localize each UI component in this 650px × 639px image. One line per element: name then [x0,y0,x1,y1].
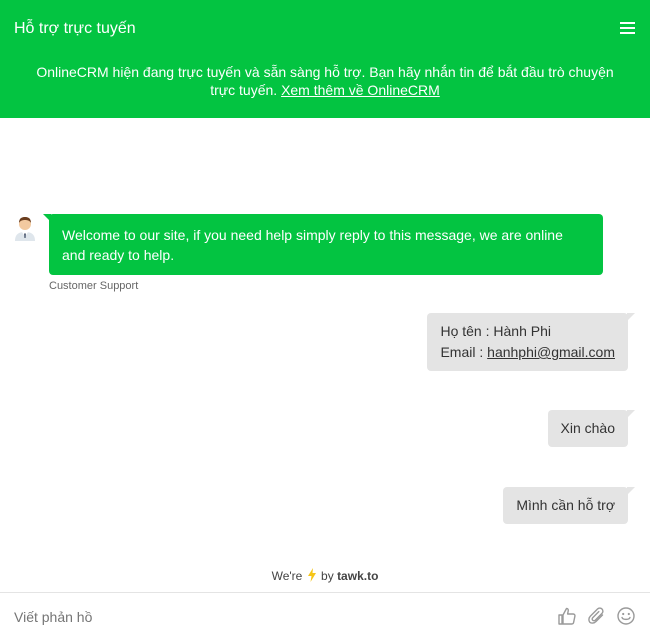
learn-more-link[interactable]: Xem thêm về OnlineCRM [281,82,440,98]
agent-avatar-icon [15,217,35,241]
email-link[interactable]: hanhphi@gmail.com [487,344,615,360]
brand-prefix: We're [271,569,303,583]
bolt-icon [307,568,316,582]
chat-header: Hỗ trợ trực tuyến OnlineCRM hiện đang tr… [0,0,650,118]
powered-by-branding[interactable]: We're by tawk.to [0,568,650,583]
chat-title: Hỗ trợ trực tuyến [14,20,136,37]
agent-name: Customer Support [49,280,139,292]
agent-message: Welcome to our site, if you need help si… [43,214,603,275]
menu-icon[interactable] [620,22,635,34]
visitor-request-message: Mình cần hỗ trợ [503,487,635,524]
brand-name: tawk.to [337,569,379,583]
thumbs-up-icon[interactable] [557,606,577,626]
message-input[interactable] [14,609,514,625]
header-description: OnlineCRM hiện đang trực tuyến và sẵn sà… [22,63,628,99]
visitor-email-line: Email : hanhphi@gmail.com [440,342,615,363]
message-composer [0,592,650,639]
visitor-greeting-message: Xin chào [547,410,636,447]
paperclip-icon[interactable] [587,606,607,626]
email-label: Email : [440,344,488,360]
emoji-icon[interactable] [616,606,636,626]
visitor-name-line: Họ tên : Hành Phi [440,323,551,339]
brand-middle: by [321,569,334,583]
visitor-info-message: Họ tên : Hành Phi Email : hanhphi@gmail.… [427,313,635,371]
